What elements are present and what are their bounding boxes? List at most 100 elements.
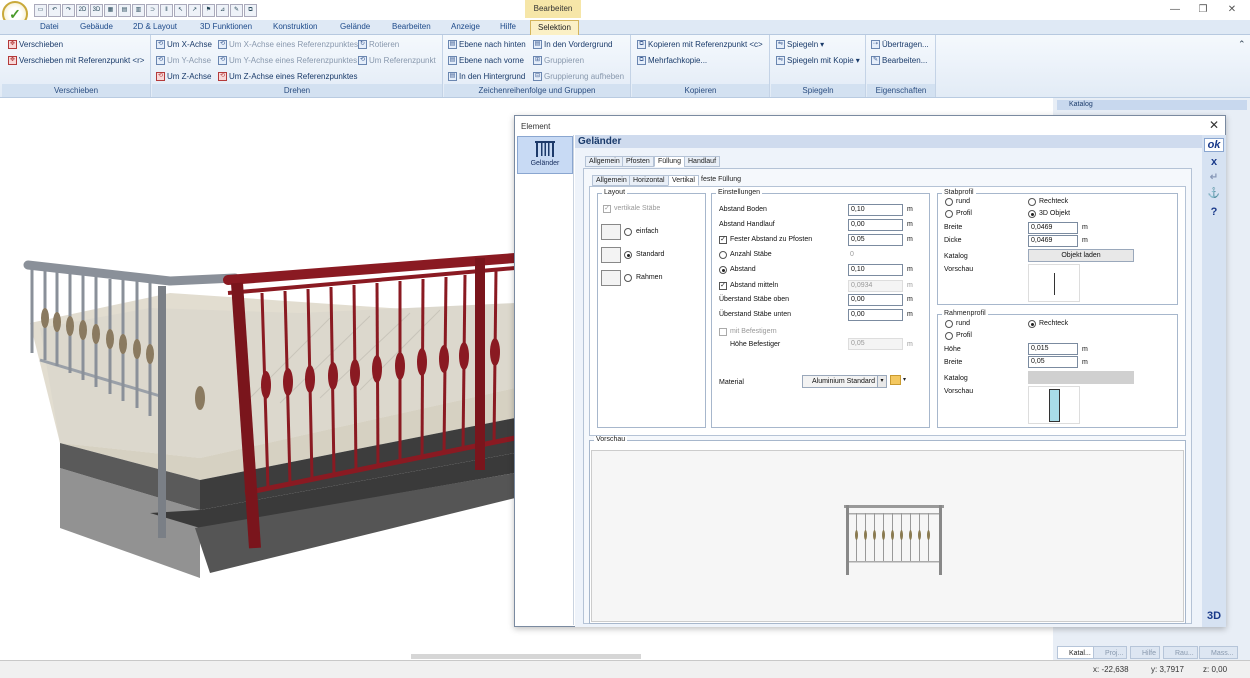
tab-hilfe[interactable]: Hilfe [500, 22, 516, 31]
panel-tab-masse[interactable]: Mass... [1199, 646, 1238, 659]
gruppierung-aufheben-button[interactable]: ⊟ Gruppierung aufheben [533, 72, 624, 81]
sidebar-item-gelaender[interactable]: Geländer [517, 136, 573, 174]
magnet-icon[interactable]: ⊃ [146, 3, 159, 17]
dialog-close-icon[interactable]: ✕ [1209, 118, 1219, 132]
ebene-nach-hinten-button[interactable]: ▤ Ebene nach hinten [448, 40, 526, 49]
select-icon[interactable]: ↖ [174, 3, 187, 17]
tab-allgemein[interactable]: Allgemein [585, 156, 624, 167]
copy-icon[interactable]: ⧉ [244, 3, 257, 17]
layout-standard-radio[interactable] [624, 251, 632, 259]
tab-handlauf[interactable]: Handlauf [684, 156, 721, 167]
new-file-icon[interactable]: ▭ [34, 3, 47, 17]
mit-befestigern-checkbox[interactable] [719, 328, 727, 336]
katalog-panel-title[interactable]: Katalog [1057, 100, 1247, 110]
tab-2d-layout[interactable]: 2D & Layout [133, 22, 177, 31]
rotate-z-button[interactable]: ⟲ Um Z-Achse [156, 72, 211, 81]
kopieren-ref-button[interactable]: ⧉ Kopieren mit Referenzpunkt <c> [637, 40, 763, 49]
view-2d-icon[interactable]: 2D [76, 3, 89, 17]
tab-konstruktion[interactable]: Konstruktion [273, 22, 317, 31]
panel-tab-hilfe[interactable]: Hilfe [1130, 646, 1161, 659]
panel-tab-katalog[interactable]: Katal... [1057, 646, 1095, 659]
rotate-ref-button[interactable]: ⟲ Um Referenzpunkt [358, 56, 436, 65]
rotate-y-ref-button[interactable]: ⟲ Um Y-Achse eines Referenzpunktes [218, 56, 357, 65]
layout-rahmen-radio[interactable] [624, 274, 632, 282]
verschieben-button[interactable]: ✥ Verschieben [8, 40, 63, 49]
tab-bearbeiten[interactable]: Bearbeiten [392, 22, 431, 31]
brush-icon[interactable]: ✎ [230, 3, 243, 17]
mehrfachkopie-button[interactable]: ⧉ Mehrfachkopie... [637, 56, 707, 65]
panel-tab-raum[interactable]: Rau... [1163, 646, 1198, 659]
stab-3d-objekt-radio[interactable] [1028, 210, 1036, 218]
abstand-input[interactable]: 0,10 [848, 264, 903, 276]
tab-datei[interactable]: Datei [40, 22, 59, 31]
gruppieren-button[interactable]: ⊞ Gruppieren [533, 56, 584, 65]
railing-icon[interactable]: ‖ [160, 3, 173, 17]
folder-icon[interactable] [890, 375, 901, 385]
table-icon[interactable]: ▥ [132, 3, 145, 17]
panel-tab-projekt[interactable]: Proj... [1093, 646, 1128, 659]
maximize-icon[interactable]: ❐ [1196, 3, 1210, 17]
tab-gelaende[interactable]: Gelände [340, 22, 370, 31]
uebertragen-button[interactable]: ⇢ Übertragen... [871, 40, 929, 49]
abstand-mitteln-checkbox[interactable]: ✓ [719, 282, 727, 290]
stab-rund-radio[interactable] [945, 198, 953, 206]
material-select[interactable]: Aluminium Standard [802, 375, 885, 388]
ebene-nach-vorne-button[interactable]: ▤ Ebene nach vorne [448, 56, 524, 65]
ok-button[interactable]: ok [1204, 138, 1224, 152]
view-3d-button[interactable]: 3D [1204, 610, 1224, 622]
view-3d-icon[interactable]: 3D [90, 3, 103, 17]
tab-anzeige[interactable]: Anzeige [451, 22, 480, 31]
rahmen-profil-radio[interactable] [945, 332, 953, 340]
chevron-down-icon[interactable]: ▾ [877, 375, 887, 388]
minimize-icon[interactable]: — [1168, 3, 1182, 17]
abstand-handlauf-input[interactable]: 0,00 [848, 219, 903, 231]
subtab-feste-fuellung[interactable]: feste Füllung [698, 175, 744, 184]
fester-abstand-input[interactable]: 0,05 [848, 234, 903, 246]
in-den-hintergrund-button[interactable]: ▤ In den Hintergrund [448, 72, 525, 81]
undo-button[interactable]: ↵ [1204, 172, 1224, 183]
help-button[interactable]: ? [1204, 206, 1224, 218]
tab-selektion[interactable]: Selektion [530, 20, 579, 35]
subtab-vertikal[interactable]: Vertikal [668, 175, 699, 186]
verschieben-ref-button[interactable]: ✥ Verschieben mit Referenzpunkt <r> [8, 56, 144, 65]
objekt-laden-button[interactable]: Objekt laden [1028, 249, 1134, 262]
layout-einfach-radio[interactable] [624, 228, 632, 236]
pointer-icon[interactable]: ↗ [188, 3, 201, 17]
ueberstand-unten-input[interactable]: 0,00 [848, 309, 903, 321]
ribbon-collapse-icon[interactable]: ⌃ [1238, 39, 1246, 50]
window-icon[interactable]: ▤ [118, 3, 131, 17]
stab-profil-radio[interactable] [945, 210, 953, 218]
measure-icon[interactable]: ⊿ [216, 3, 229, 17]
abstand-boden-input[interactable]: 0,10 [848, 204, 903, 216]
fester-abstand-checkbox[interactable]: ✓ [719, 236, 727, 244]
rotieren-button[interactable]: ↻ Rotieren [358, 40, 399, 49]
rahmen-hoehe-input[interactable]: 0,015 [1028, 343, 1078, 355]
rahmen-rund-radio[interactable] [945, 320, 953, 328]
horizontal-scrollbar[interactable] [411, 654, 641, 659]
spiegeln-kopie-button[interactable]: ⇋ Spiegeln mit Kopie ▾ [776, 56, 860, 65]
anchor-button[interactable]: ⚓ [1204, 188, 1224, 199]
ueberstand-oben-input[interactable]: 0,00 [848, 294, 903, 306]
subtab-horizontal[interactable]: Horizontal [629, 175, 669, 186]
grid-icon[interactable]: ▦ [104, 3, 117, 17]
undo-icon[interactable]: ↶ [48, 3, 61, 17]
bearbeiten-button[interactable]: ✎ Bearbeiten... [871, 56, 927, 65]
stab-rechteck-radio[interactable] [1028, 198, 1036, 206]
rahmen-rechteck-radio[interactable] [1028, 320, 1036, 328]
stab-breite-input[interactable]: 0,0469 [1028, 222, 1078, 234]
tab-fuellung[interactable]: Füllung [654, 156, 685, 167]
subtab-allgemein[interactable]: Allgemein [592, 175, 631, 186]
spiegeln-button[interactable]: ⇋ Spiegeln ▾ [776, 40, 824, 49]
rotate-z-ref-button[interactable]: ⟲ Um Z-Achse eines Referenzpunktes [218, 72, 358, 81]
in-den-vordergrund-button[interactable]: ▤ In den Vordergrund [533, 40, 613, 49]
cancel-button[interactable]: x [1204, 156, 1224, 168]
tab-3d-funktionen[interactable]: 3D Funktionen [200, 22, 252, 31]
vertical-bars-checkbox[interactable]: ✓ [603, 205, 611, 213]
rahmen-breite-input[interactable]: 0,05 [1028, 356, 1078, 368]
stab-dicke-input[interactable]: 0,0469 [1028, 235, 1078, 247]
rotate-y-button[interactable]: ⟲ Um Y-Achse [156, 56, 211, 65]
rotate-x-button[interactable]: ⟲ Um X-Achse [156, 40, 212, 49]
flag-icon[interactable]: ⚑ [202, 3, 215, 17]
rotate-x-ref-button[interactable]: ⟲ Um X-Achse eines Referenzpunktes [218, 40, 358, 49]
anzahl-staebe-radio[interactable] [719, 251, 727, 259]
